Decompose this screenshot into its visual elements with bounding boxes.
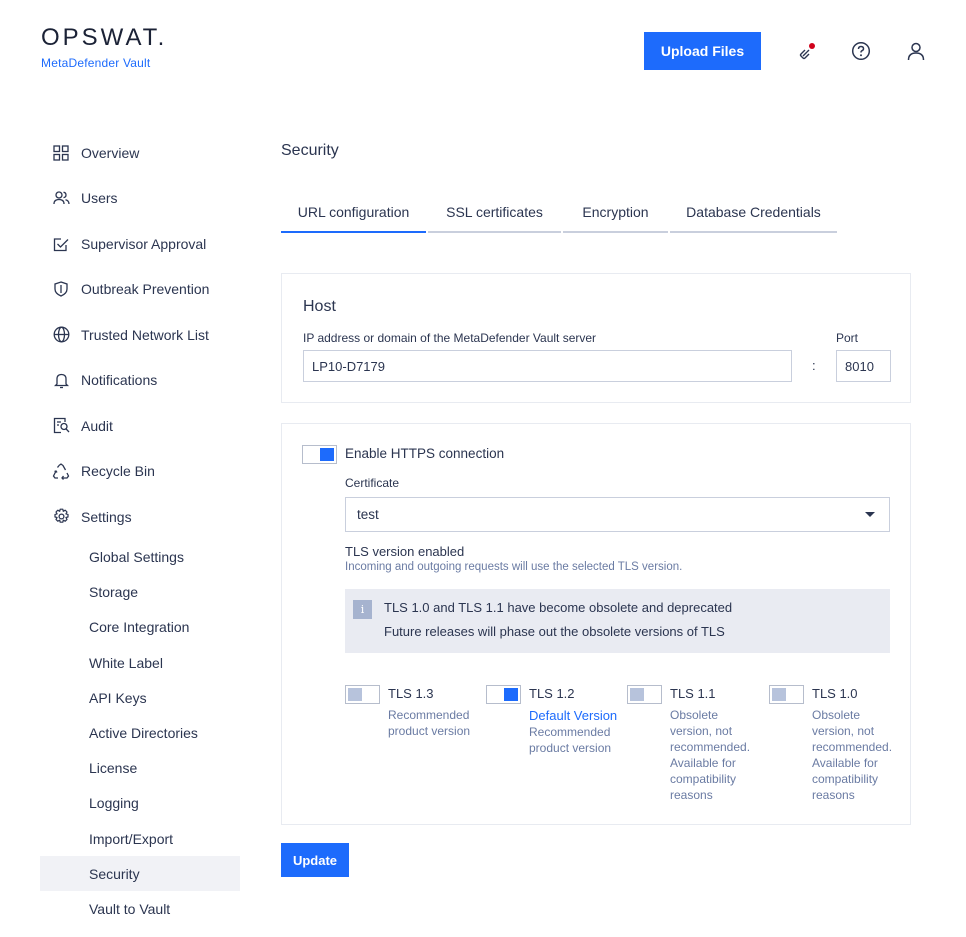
tls-1-2-toggle[interactable] — [486, 685, 521, 704]
address-port-separator: : — [812, 358, 816, 373]
tls-1-3-toggle[interactable] — [345, 685, 380, 704]
sidebar-item-overview[interactable]: Overview — [40, 130, 240, 176]
default-version-label: Default Version — [529, 708, 618, 723]
user-icon[interactable] — [905, 40, 927, 62]
gear-icon — [52, 508, 70, 526]
sidebar-item-label: Outbreak Prevention — [81, 281, 210, 298]
audit-icon — [52, 417, 70, 435]
tls-option-description: Obsolete version, not recommended. Avail… — [670, 708, 751, 802]
tls-heading: TLS version enabled — [345, 544, 465, 559]
tab-database-credentials[interactable]: Database Credentials — [670, 192, 837, 233]
address-label: IP address or domain of the MetaDefender… — [303, 331, 597, 345]
toggle-knob — [772, 688, 786, 701]
sidebar-item-supervisor-approval[interactable]: Supervisor Approval — [40, 221, 240, 267]
tls-hint: Incoming and outgoing requests will use … — [345, 561, 683, 573]
https-toggle-label: Enable HTTPS connection — [345, 446, 505, 461]
tab-url-configuration[interactable]: URL configuration — [281, 192, 426, 233]
tls-option-name: TLS 1.0 — [812, 686, 858, 701]
tls-option-description: Obsolete version, not recommended. Avail… — [812, 708, 893, 802]
sidebar-subitem-license[interactable]: License — [40, 751, 240, 786]
certificate-value: test — [357, 507, 379, 522]
toggle-knob — [630, 688, 644, 701]
recycle-icon — [52, 462, 70, 480]
toggle-knob — [504, 688, 518, 701]
sidebar-subitem-storage[interactable]: Storage — [40, 575, 240, 610]
host-card: Host IP address or domain of the MetaDef… — [281, 273, 911, 403]
sidebar-subitem-active-directories[interactable]: Active Directories — [40, 715, 240, 750]
tls-option-name: TLS 1.2 — [529, 686, 575, 701]
logo-text: OPSWAT. — [41, 24, 168, 51]
tls-1-1-toggle[interactable] — [627, 685, 662, 704]
certificate-label: Certificate — [345, 476, 400, 490]
sidebar-item-label: Trusted Network List — [81, 326, 209, 343]
sidebar-subitem-security[interactable]: Security — [40, 856, 240, 892]
deprecation-notice: i TLS 1.0 and TLS 1.1 have become obsole… — [345, 589, 890, 653]
tls-option-name: TLS 1.1 — [670, 686, 716, 701]
tls-option-description-block: Default Version Recommended product vers… — [529, 707, 619, 756]
tls-option-description: Recommended product version — [388, 708, 471, 738]
sidebar-item-label: Supervisor Approval — [81, 235, 207, 252]
sidebar-item-settings[interactable]: Settings — [40, 494, 240, 540]
shield-icon — [52, 280, 70, 298]
upload-files-button[interactable]: Upload Files — [644, 32, 761, 70]
sidebar-item-outbreak-prevention[interactable]: Outbreak Prevention — [40, 267, 240, 313]
integrations-icon[interactable] — [797, 40, 819, 62]
toggle-knob — [320, 448, 334, 461]
tls-1-0-toggle[interactable] — [769, 685, 804, 704]
sidebar-subitem-core-integration[interactable]: Core Integration — [40, 610, 240, 645]
logo[interactable]: OPSWAT. MetaDefender Vault — [41, 24, 168, 71]
sidebar-item-audit[interactable]: Audit — [40, 403, 240, 449]
sidebar-subitem-global-settings[interactable]: Global Settings — [40, 540, 240, 575]
tab-bar: URL configuration SSL certificates Encry… — [281, 192, 839, 233]
sidebar-item-label: Users — [81, 190, 118, 207]
port-input[interactable] — [836, 350, 891, 382]
notification-dot — [809, 43, 815, 49]
tab-ssl-certificates[interactable]: SSL certificates — [428, 192, 561, 233]
globe-icon — [52, 326, 70, 344]
https-card: Enable HTTPS connection Certificate test… — [281, 423, 911, 825]
info-icon: i — [353, 600, 372, 619]
tls-option-name: TLS 1.3 — [388, 686, 434, 701]
sidebar-item-label: Audit — [81, 417, 113, 434]
tls-option-description: Recommended product version — [529, 725, 612, 755]
sidebar-item-notifications[interactable]: Notifications — [40, 358, 240, 404]
users-icon — [52, 189, 70, 207]
notice-line-2: Future releases will phase out the obsol… — [384, 624, 725, 639]
grid-icon — [52, 144, 70, 162]
approval-icon — [52, 235, 70, 253]
sidebar-subitem-import-export[interactable]: Import/Export — [40, 821, 240, 856]
page-title: Security — [281, 142, 339, 159]
sidebar-item-trusted-network-list[interactable]: Trusted Network List — [40, 312, 240, 358]
caret-down-icon — [865, 512, 875, 517]
toggle-knob — [348, 688, 362, 701]
sidebar-item-label: Notifications — [81, 372, 158, 389]
sidebar-item-recycle-bin[interactable]: Recycle Bin — [40, 449, 240, 495]
certificate-select[interactable]: test — [345, 497, 890, 532]
port-label: Port — [836, 331, 859, 345]
sidebar-item-label: Recycle Bin — [81, 463, 155, 480]
sidebar: Overview Users Supervisor Approval Outbr… — [40, 130, 240, 927]
host-title: Host — [303, 298, 336, 315]
sidebar-subitem-api-keys[interactable]: API Keys — [40, 680, 240, 715]
product-name: MetaDefender Vault — [41, 56, 151, 70]
sidebar-item-label: Settings — [81, 508, 132, 525]
sidebar-subitem-white-label[interactable]: White Label — [40, 645, 240, 680]
help-icon[interactable] — [850, 40, 872, 62]
sidebar-item-users[interactable]: Users — [40, 176, 240, 222]
sidebar-item-label: Overview — [81, 144, 140, 161]
sidebar-subitem-vault-to-vault[interactable]: Vault to Vault — [40, 891, 240, 926]
notice-line-1: TLS 1.0 and TLS 1.1 have become obsolete… — [384, 600, 733, 615]
address-input[interactable] — [303, 350, 792, 382]
update-button[interactable]: Update — [281, 843, 349, 877]
sidebar-subitem-logging[interactable]: Logging — [40, 786, 240, 821]
bell-icon — [52, 371, 70, 389]
https-toggle[interactable] — [302, 445, 337, 464]
tab-encryption[interactable]: Encryption — [563, 192, 668, 233]
